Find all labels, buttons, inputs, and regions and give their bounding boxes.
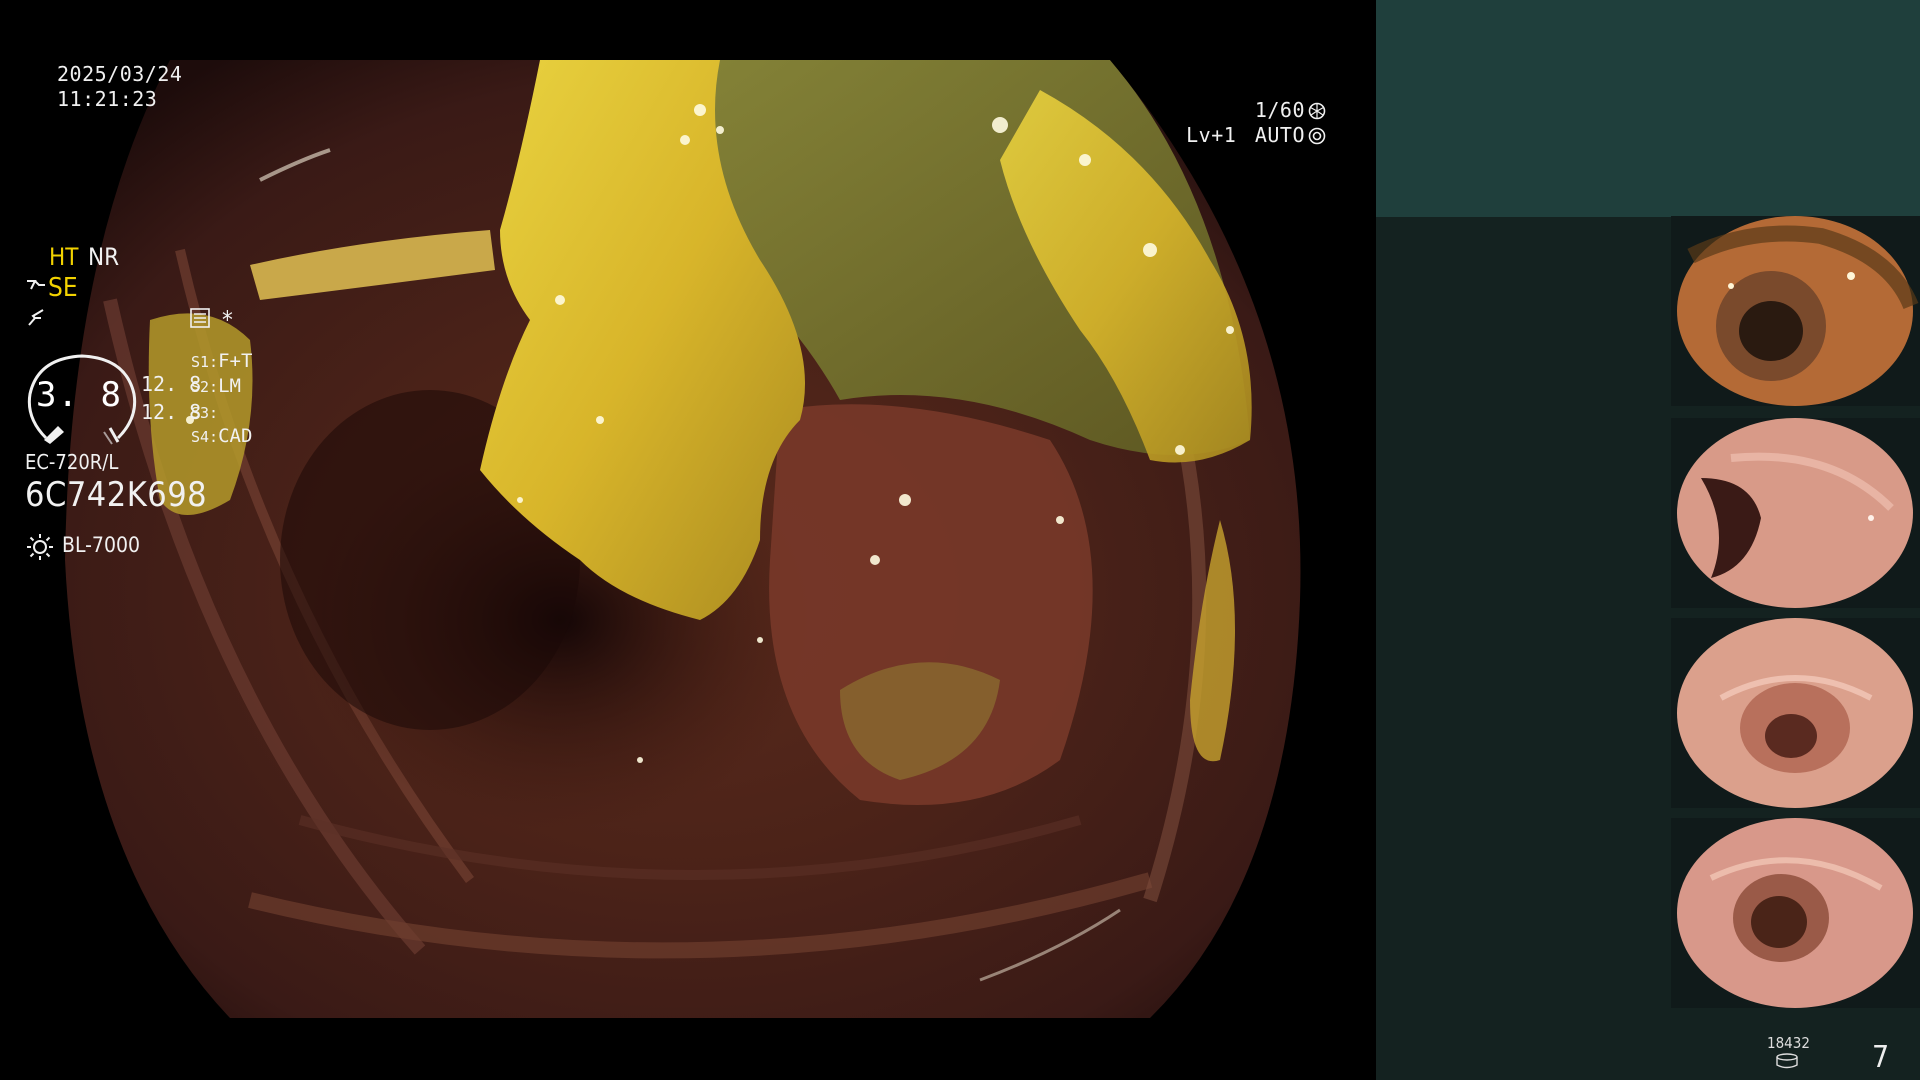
thumbnail-4-image	[1671, 818, 1920, 1008]
scope-model: EC-720R/L	[25, 450, 119, 474]
switch-2-value: LM	[218, 375, 241, 397]
panel-header-area	[1376, 0, 1920, 217]
switch-1-key: S1:	[191, 353, 219, 371]
date-text: 2025/03/24	[57, 62, 183, 86]
structure-enhance-icon	[27, 280, 45, 290]
thumbnail-4[interactable]	[1671, 818, 1920, 1008]
exposure-display: 1/60 Lv+1 AUTO	[1186, 98, 1326, 148]
switch-2: S2:LM	[191, 375, 241, 397]
switch-3: S3:	[191, 401, 218, 423]
thumbnail-2[interactable]	[1671, 418, 1920, 608]
level-text: Lv+1	[1186, 123, 1237, 147]
thumbnail-3-image	[1671, 618, 1920, 808]
switch-1: S1:F+T	[191, 350, 252, 372]
freeze-icon	[28, 309, 44, 326]
thumbnail-2-image	[1671, 418, 1920, 608]
storage-count: 18432	[1767, 1034, 1810, 1052]
switch-2-key: S2:	[191, 378, 219, 396]
light-source-model: BL-7000	[62, 533, 141, 557]
scope-serial-number: 6C742K698	[25, 475, 208, 515]
switch-4-key: S4:	[191, 428, 219, 446]
thumbnail-1-image	[1671, 216, 1920, 406]
mode-se-label: SE	[48, 273, 78, 303]
iris-mode-text: AUTO	[1254, 123, 1305, 147]
endoscope-image	[65, 60, 1301, 1018]
shutter-text: 1/60	[1254, 98, 1305, 122]
switch-4: S4:CAD	[191, 425, 252, 447]
settings-list-icon	[190, 308, 210, 328]
endoscope-main-view: 2025/03/24 11:21:23 1/60 Lv+1 AUTO	[0, 0, 1376, 1080]
storage-disk-icon	[1776, 1053, 1798, 1069]
light-source-icon	[27, 534, 53, 560]
switch-4-value: CAD	[218, 425, 253, 447]
switch-3-key: S3:	[191, 404, 219, 422]
switch-1-value: F+T	[218, 350, 253, 372]
gauge-value: 3. 8	[36, 375, 122, 415]
iris-icon	[1308, 127, 1326, 144]
shutter-icon	[1308, 102, 1326, 119]
asterisk-marker: *	[222, 306, 233, 334]
page-number: 7	[1872, 1040, 1890, 1075]
date-time-display: 2025/03/24 11:21:23	[57, 62, 182, 112]
thumbnail-3[interactable]	[1671, 618, 1920, 808]
thumbnail-1[interactable]	[1671, 216, 1920, 406]
time-text: 11:21:23	[57, 87, 158, 111]
mode-ht-label: HT	[49, 243, 79, 271]
mode-nr-label: NR	[88, 243, 120, 271]
